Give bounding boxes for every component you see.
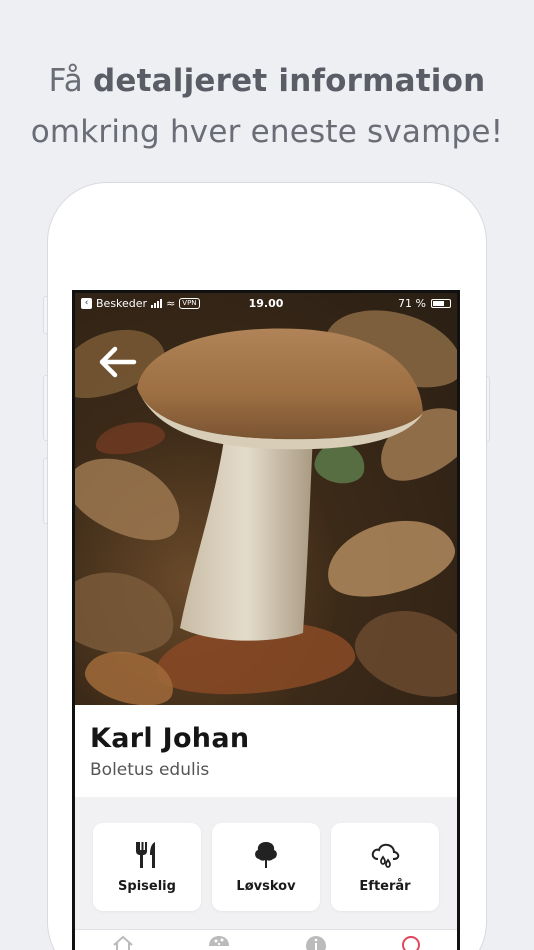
cloud-rain-icon bbox=[371, 843, 400, 868]
vpn-badge: VPN bbox=[179, 297, 200, 309]
battery-percent: 71 % bbox=[398, 296, 426, 310]
property-card-habitat[interactable]: Løvskov bbox=[212, 823, 320, 911]
headline-line-1: Få detaljeret information bbox=[48, 63, 486, 99]
battery-icon bbox=[431, 298, 451, 308]
property-label-edible: Spiselig bbox=[118, 879, 176, 894]
property-label-season: Efterår bbox=[359, 879, 411, 894]
property-card-season[interactable]: Efterår bbox=[331, 823, 439, 911]
tree-icon bbox=[255, 842, 277, 868]
headline-line-2: omkring hver eneste svampe! bbox=[30, 114, 504, 150]
promo-headline: Få detaljeret information omkring hver e… bbox=[0, 56, 534, 158]
property-label-habitat: Løvskov bbox=[236, 879, 296, 894]
home-icon[interactable] bbox=[111, 934, 135, 950]
app-screen: ‹ Beskeder ≈ VPN 19.00 71 % Karl Johan B… bbox=[72, 290, 460, 950]
mushroom-photo: ‹ Beskeder ≈ VPN 19.00 71 % bbox=[75, 293, 457, 705]
property-cards: Spiselig Løvskov Efterår bbox=[75, 797, 457, 937]
mushroom-latin-name: Boletus edulis bbox=[90, 760, 210, 780]
back-app-label[interactable]: Beskeder bbox=[96, 297, 147, 310]
mushroom-name: Karl Johan bbox=[90, 723, 250, 754]
fork-knife-icon bbox=[136, 842, 155, 868]
property-card-edible[interactable]: Spiselig bbox=[93, 823, 201, 911]
back-to-app-icon[interactable]: ‹ bbox=[81, 297, 92, 309]
status-bar: ‹ Beskeder ≈ VPN 19.00 71 % bbox=[75, 293, 457, 313]
signal-icon bbox=[151, 298, 163, 308]
back-arrow-icon[interactable] bbox=[97, 345, 137, 379]
info-icon[interactable] bbox=[304, 934, 328, 950]
mushroom-info: Karl Johan Boletus edulis bbox=[75, 705, 457, 797]
wifi-icon: ≈ bbox=[166, 296, 176, 310]
tab-bar bbox=[75, 929, 457, 950]
search-icon[interactable] bbox=[400, 934, 424, 950]
mushroom-icon[interactable] bbox=[207, 934, 231, 950]
